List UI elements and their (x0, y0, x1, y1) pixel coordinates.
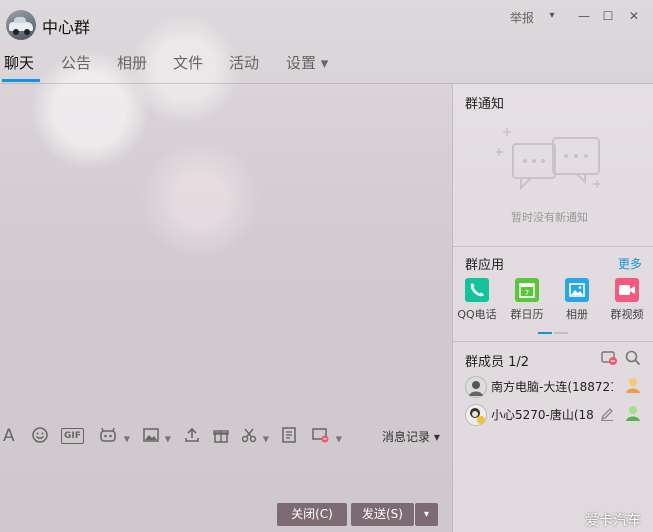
dropdown-arrow-icon[interactable]: ▼ (124, 435, 130, 444)
screen-share-icon[interactable]: ▼ (311, 426, 342, 446)
notice-empty-text: 暂时没有新通知 (511, 211, 588, 224)
member-item[interactable]: 小心5270-唐山(18 (465, 402, 650, 426)
message-area[interactable] (0, 84, 451, 422)
phone-icon (465, 278, 489, 302)
search-icon[interactable] (625, 350, 641, 366)
tab-album[interactable]: 相册 (117, 52, 147, 73)
scissors-icon[interactable]: ▼ (240, 426, 269, 446)
apps-page-indicator[interactable] (554, 332, 568, 334)
dropdown-arrow-icon[interactable]: ▼ (336, 435, 342, 444)
app-album[interactable]: 相册 (554, 278, 600, 322)
svg-text:7: 7 (525, 289, 529, 297)
app-group-calendar[interactable]: 7 群日历 (504, 278, 550, 322)
tab-settings[interactable]: 设置 ▾ (286, 52, 328, 73)
tab-chat[interactable]: 聊天 (4, 52, 34, 73)
wheel-icon (13, 29, 19, 35)
member-item[interactable]: 南方电脑-大连(1887217 (465, 374, 650, 398)
emoji-icon[interactable] (31, 426, 49, 446)
send-button[interactable]: 发送(S) (351, 503, 414, 526)
dropdown-arrow-icon[interactable]: ▼ (263, 435, 269, 444)
input-toolbar: A GIF ▼ ▼ ▼ ▼ 消息记录 ▾ (0, 424, 451, 448)
app-qq-call[interactable]: QQ电话 (454, 278, 500, 322)
tab-announcement[interactable]: 公告 (61, 52, 91, 73)
members-title: 群成员 1/2 (465, 355, 530, 370)
section-divider (453, 341, 653, 342)
menu-dropdown-icon[interactable]: ▾ (545, 8, 559, 24)
message-history-button[interactable]: 消息记录 ▾ (382, 428, 440, 445)
app-label: QQ电话 (457, 308, 497, 321)
member-name: 南方电脑-大连(1887217 (491, 380, 613, 394)
app-label: 相册 (566, 308, 588, 321)
image-icon[interactable]: ▼ (142, 426, 171, 446)
wheel-icon (24, 29, 30, 35)
member-settings-icon[interactable] (601, 350, 619, 366)
message-input[interactable] (0, 450, 451, 498)
active-tab-indicator (2, 79, 40, 82)
member-name: 小心5270-唐山(18 (491, 408, 594, 422)
magic-emoticon-icon[interactable]: ▼ (99, 426, 130, 446)
apps-more-link[interactable]: 更多 (618, 255, 642, 272)
report-button[interactable]: 举报 (510, 9, 534, 26)
notice-title: 群通知 (465, 97, 505, 112)
app-group-video[interactable]: 群视频 (604, 278, 650, 322)
tab-activities[interactable]: 活动 (229, 52, 259, 73)
member-avatar (465, 376, 487, 398)
photo-icon (565, 278, 589, 302)
section-divider (453, 246, 653, 247)
apps-page-indicator-active[interactable] (538, 332, 552, 334)
group-name[interactable]: 中心群 (42, 14, 90, 38)
tab-files[interactable]: 文件 (173, 52, 203, 73)
qq-group-chat-window: 中心群 举报 ▾ — ☐ ✕ 聊天 公告 相册 文件 活动 设置 ▾ 群通知 暂… (0, 0, 653, 532)
gif-icon[interactable]: GIF (61, 428, 84, 444)
empty-notice-icon (495, 128, 601, 191)
send-options-button[interactable]: ▾ (415, 503, 438, 526)
calendar-icon: 7 (515, 278, 539, 302)
close-window-button[interactable]: ✕ (627, 8, 641, 24)
gift-icon[interactable] (212, 426, 230, 446)
group-avatar[interactable] (6, 10, 36, 40)
maximize-button[interactable]: ☐ (601, 8, 615, 24)
member-role-icon (626, 406, 640, 421)
upload-file-icon[interactable] (183, 426, 201, 446)
app-label: 群视频 (610, 308, 644, 321)
close-button[interactable]: 关闭(C) (277, 503, 347, 526)
minimize-button[interactable]: — (577, 8, 591, 24)
video-icon (615, 278, 639, 302)
font-icon[interactable]: A (3, 426, 15, 446)
dropdown-arrow-icon[interactable]: ▼ (165, 435, 171, 444)
app-label: 群日历 (510, 308, 544, 321)
member-role-icon (626, 378, 640, 393)
edit-icon[interactable] (599, 406, 615, 422)
document-icon[interactable] (280, 426, 298, 446)
watermark: 爱卡汽车 (585, 513, 641, 529)
apps-title: 群应用 (465, 258, 505, 273)
member-avatar (465, 404, 487, 426)
side-panel: 群通知 暂时没有新通知 群应用 更多 QQ电话 7 群日历 相册 群视频 群成员… (452, 84, 653, 532)
